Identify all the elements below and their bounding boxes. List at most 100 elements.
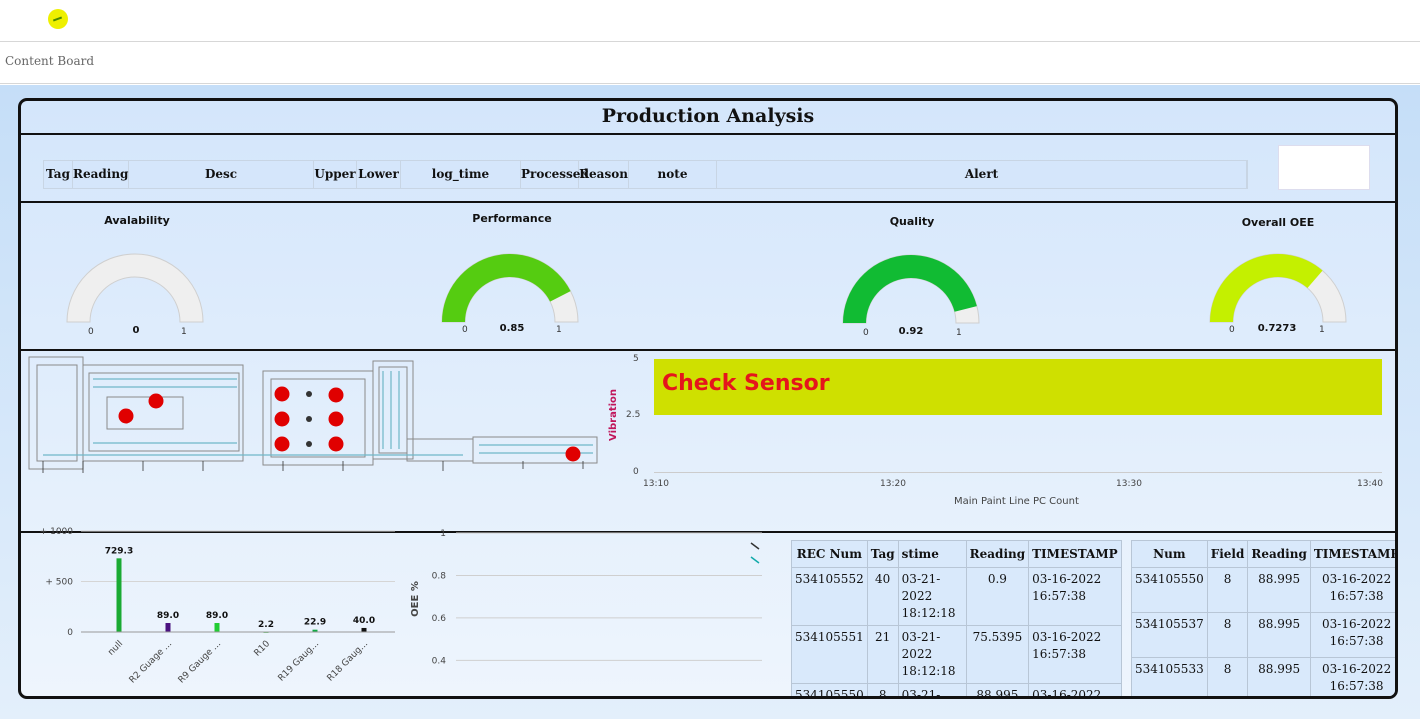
cell-rec-num: 534105552 <box>791 567 868 626</box>
gauge-value: 0.85 <box>499 323 525 334</box>
col-num[interactable]: Num <box>1131 540 1208 568</box>
cell-reading: 88.995 <box>1247 612 1311 658</box>
cell-reading: 75.5395 <box>965 625 1030 684</box>
cell-reading: 88.995 <box>1247 567 1311 613</box>
table-row[interactable]: 534105537 8 88.995 03-16-2022 16:57:38 <box>1131 612 1395 658</box>
page-subtitle: Content Board <box>5 54 95 68</box>
gauge-title: Overall OEE <box>1241 216 1315 229</box>
col-lower[interactable]: Lower <box>357 161 401 188</box>
col-timestamp[interactable]: TIMESTAMP <box>1309 540 1395 568</box>
col-stime[interactable]: stime <box>897 540 967 568</box>
bar[interactable] <box>116 558 122 632</box>
production-board: Production Analysis Tag Reading Desc Upp… <box>18 98 1398 699</box>
bar-ytick: + 500 <box>45 578 73 588</box>
col-upper[interactable]: Upper <box>314 161 357 188</box>
vibration-x-axis-label: Main Paint Line PC Count <box>954 496 1079 507</box>
bar-category-label: R2 Guage ... <box>128 639 174 685</box>
cell-reading: 88.995 <box>965 683 1030 696</box>
vibration-ytick: 5 <box>633 354 639 364</box>
gauge-fill <box>442 254 571 322</box>
bar-ytick: 0 <box>67 628 73 638</box>
oee-line-chart[interactable]: 1 0.8 0.6 0.4 OEE % <box>406 521 766 671</box>
col-alert[interactable]: Alert <box>717 161 1247 188</box>
check-sensor-alert[interactable]: Check Sensor <box>654 359 1382 415</box>
cell-stime: 03-21-2022 18:12:18 <box>897 567 967 626</box>
table-row[interactable]: 534105552 40 03-21-2022 18:12:18 0.9 03-… <box>791 567 1122 626</box>
gauge-arc <box>842 254 980 324</box>
col-desc[interactable]: Desc <box>129 161 314 188</box>
gauge-readings-bar-chart[interactable]: + 1000 + 500 0 729.3 null 89.0 R2 Guage ... 89.… <box>23 521 403 691</box>
cell-rec-num: 534105550 <box>791 683 868 696</box>
cell-num: 534105537 <box>1131 612 1208 658</box>
bar-value-label: 89.0 <box>157 611 179 621</box>
cell-tag: 21 <box>866 625 899 684</box>
plant-layout-diagram[interactable] <box>23 353 601 479</box>
cell-timestamp: 03-16-2022 16:57:38 <box>1028 625 1122 684</box>
col-tag[interactable]: Tag <box>44 161 73 188</box>
table-header-row: REC Num Tag stime Reading TIMESTAMP <box>791 540 1122 568</box>
col-reading[interactable]: Reading <box>73 161 129 188</box>
gauge-max: 1 <box>181 327 187 337</box>
cell-num: 534105533 <box>1131 657 1208 696</box>
col-log-time[interactable]: log_time <box>401 161 521 188</box>
table-row[interactable]: 534105533 8 88.995 03-16-2022 16:57:38 <box>1131 657 1395 696</box>
gauge-arc <box>66 253 204 323</box>
cell-num: 534105550 <box>1131 567 1208 613</box>
col-reason[interactable]: Reason <box>579 161 629 188</box>
oee-legend-marker <box>750 556 760 564</box>
cell-field: 8 <box>1206 612 1249 658</box>
bar[interactable] <box>214 623 220 632</box>
table-header-row: Num Field Reading TIMESTAMP <box>1131 540 1395 568</box>
gauge-arc <box>1209 253 1347 323</box>
bar-value-label: 22.9 <box>304 618 326 628</box>
col-rec-num[interactable]: REC Num <box>791 540 868 568</box>
vibration-ytick: 2.5 <box>626 410 641 420</box>
table-row[interactable]: 534105550 8 03-21-2022 18:12:18 88.995 0… <box>791 683 1122 696</box>
divider <box>21 349 1395 351</box>
bar-category-label: R18 Gaug... <box>326 639 371 684</box>
bar-ytick: + 1000 <box>40 527 74 537</box>
vibration-xtick: 13:40 <box>1357 479 1383 489</box>
gauge-value: 0.92 <box>898 326 924 337</box>
bar[interactable] <box>165 623 171 632</box>
oee-ytick: 0.8 <box>432 571 447 581</box>
board-title: Production Analysis <box>21 101 1395 135</box>
bar-category-label: R19 Gaug... <box>277 639 322 684</box>
col-reading[interactable]: Reading <box>965 540 1030 568</box>
col-timestamp[interactable]: TIMESTAMP <box>1028 540 1122 568</box>
cell-field: 8 <box>1206 657 1249 696</box>
cell-stime: 03-21-2022 18:12:18 <box>897 683 967 696</box>
logo-icon[interactable] <box>48 9 68 29</box>
gauge-fill <box>1210 254 1323 322</box>
top-bar <box>0 0 1420 42</box>
cell-reading: 88.995 <box>1247 657 1311 696</box>
blank-panel <box>1278 145 1370 190</box>
col-field[interactable]: Field <box>1206 540 1249 568</box>
table-row[interactable]: 534105551 21 03-21-2022 18:12:18 75.5395… <box>791 625 1122 684</box>
oee-ytick: 0.4 <box>432 656 447 666</box>
gauge-arc <box>441 253 579 323</box>
oee-axis-label: OEE % <box>410 581 421 617</box>
col-processed[interactable]: Processed <box>521 161 589 188</box>
cell-timestamp: 03-16-2022 16:57:38 <box>1309 612 1395 658</box>
gauge-value: 0.7273 <box>1257 323 1297 334</box>
col-tag[interactable]: Tag <box>866 540 899 568</box>
cell-timestamp: 03-16-2022 16:57:38 <box>1309 657 1395 696</box>
bar[interactable] <box>361 627 367 632</box>
oee-ytick: 0.6 <box>432 614 447 624</box>
divider <box>21 201 1395 203</box>
cell-timestamp: 03-16-2022 16:57:38 <box>1028 567 1122 626</box>
dashboard-canvas: Production Analysis Tag Reading Desc Upp… <box>0 85 1420 719</box>
bar-value-label: 2.2 <box>258 620 274 630</box>
gauge-min: 0 <box>462 325 468 335</box>
fields-table: Num Field Reading TIMESTAMP 534105550 8 … <box>1131 540 1395 696</box>
alert-table-header: Tag Reading Desc Upper Lower log_time Pr… <box>43 160 1248 189</box>
gauge-min: 0 <box>88 327 94 337</box>
gauge-title: Avalability <box>104 214 170 227</box>
col-reading[interactable]: Reading <box>1247 540 1311 568</box>
col-note[interactable]: note <box>629 161 717 188</box>
vibration-x-axis <box>654 472 1382 473</box>
oee-ytick: 1 <box>440 529 446 539</box>
table-row[interactable]: 534105550 8 88.995 03-16-2022 16:57:38 <box>1131 567 1395 613</box>
gauge-max: 1 <box>556 325 562 335</box>
